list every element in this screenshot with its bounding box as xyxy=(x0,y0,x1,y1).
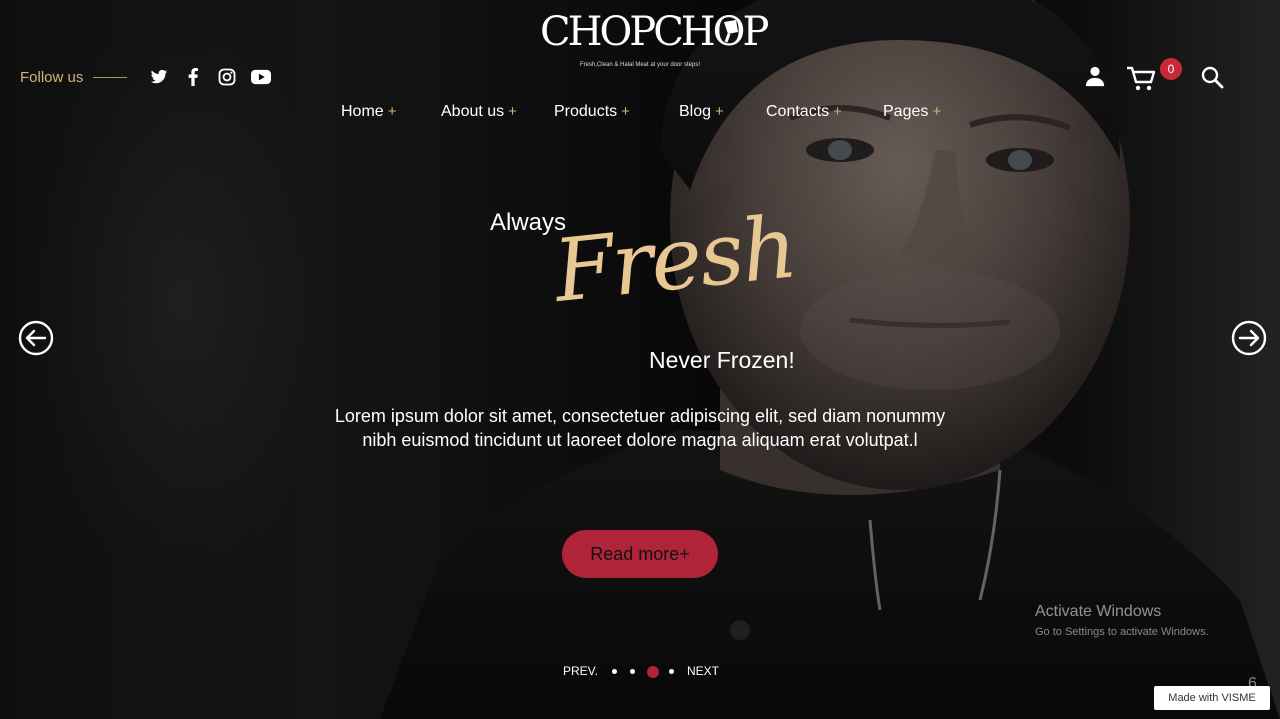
nav-plus: + xyxy=(387,103,397,120)
search-icon[interactable] xyxy=(1200,65,1224,94)
activate-windows-title: Activate Windows xyxy=(1035,603,1162,620)
main-nav: Home + About us + Products + Blog + Contacts… xyxy=(330,103,970,127)
facebook-icon[interactable] xyxy=(183,67,203,87)
nav-products[interactable]: Products + xyxy=(554,103,630,121)
nav-label: Products xyxy=(554,103,618,120)
nav-about[interactable]: About us + xyxy=(441,103,517,121)
header-actions: 0 xyxy=(1080,58,1240,97)
logo-wordmark: CHOPCHOP xyxy=(540,9,769,55)
hero-description: Lorem ipsum dolor sit amet, consectetuer… xyxy=(334,406,946,450)
nav-home[interactable]: Home + xyxy=(341,103,396,121)
nav-label: Blog xyxy=(679,103,712,120)
cleaver-icon xyxy=(724,20,738,43)
cart-count-badge: 0 xyxy=(1160,58,1182,80)
pager-dot-active[interactable] xyxy=(647,666,659,678)
nav-plus: + xyxy=(932,103,942,120)
user-icon[interactable] xyxy=(1084,65,1106,92)
pager-prev[interactable]: PREV. xyxy=(563,664,598,678)
follow-divider xyxy=(93,76,128,78)
instagram-icon[interactable] xyxy=(217,67,237,87)
follow-label: Follow us xyxy=(20,68,84,86)
nav-plus: + xyxy=(508,103,517,120)
hero-line-never-frozen: Never Frozen! xyxy=(649,347,795,373)
nav-label: Home xyxy=(341,103,384,120)
nav-blog[interactable]: Blog + xyxy=(679,103,724,121)
nav-label: Pages xyxy=(883,103,929,120)
next-arrow-icon[interactable] xyxy=(1231,320,1267,356)
nav-pages[interactable]: Pages + xyxy=(883,103,941,121)
pager-next[interactable]: NEXT xyxy=(687,664,719,678)
nav-label: Contacts xyxy=(766,103,830,120)
nav-contacts[interactable]: Contacts + xyxy=(766,103,842,121)
nav-plus: + xyxy=(621,103,630,120)
nav-plus: + xyxy=(715,103,724,120)
made-with-visme-badge[interactable]: Made with VISME xyxy=(1154,686,1270,710)
pager-dot[interactable] xyxy=(669,669,674,674)
pager-dot[interactable] xyxy=(630,669,635,674)
read-more-button[interactable]: Read more+ xyxy=(562,530,718,578)
activate-windows-subtitle: Go to Settings to activate Windows. xyxy=(1035,626,1209,638)
twitter-icon[interactable] xyxy=(149,67,169,87)
youtube-icon[interactable] xyxy=(251,67,272,87)
social-follow: Follow us xyxy=(20,64,272,90)
prev-arrow-icon[interactable] xyxy=(18,320,54,356)
site-logo[interactable]: CHOPCHOP Fresh,Clean & Halal Meat at you… xyxy=(540,8,769,68)
nav-plus: + xyxy=(833,103,842,120)
nav-label: About us xyxy=(441,103,505,120)
pager-dot[interactable] xyxy=(612,669,617,674)
logo-tagline: Fresh,Clean & Halal Meat at your door st… xyxy=(579,62,701,68)
cart-icon[interactable] xyxy=(1126,66,1156,97)
